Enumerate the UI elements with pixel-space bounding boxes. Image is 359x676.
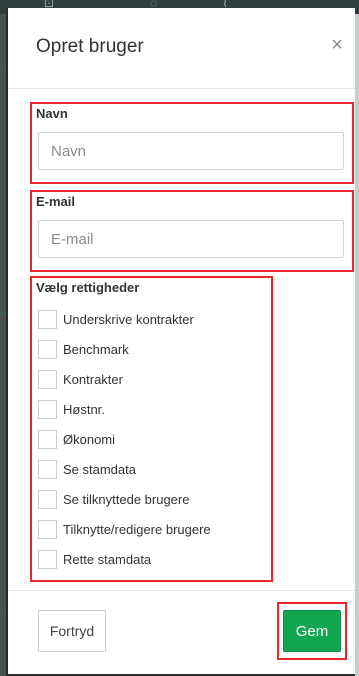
create-user-dialog: Opret bruger × Navn E-mail Vælg rettighe…	[6, 8, 355, 676]
permission-label: Rette stamdata	[63, 552, 152, 567]
footer-divider	[8, 590, 355, 591]
permission-checkbox[interactable]	[38, 340, 57, 359]
permission-label: Høstnr.	[63, 402, 105, 417]
background-overlay	[355, 14, 359, 676]
save-button-highlight: Gem	[277, 602, 347, 660]
permission-label: Underskrive kontrakter	[63, 312, 194, 327]
dialog-title: Opret bruger	[36, 36, 144, 57]
permission-label: Se stamdata	[63, 462, 136, 477]
permissions-label: Vælg rettigheder	[36, 280, 140, 295]
cancel-button[interactable]: Fortryd	[38, 610, 106, 652]
permission-label: Økonomi	[63, 432, 116, 447]
permission-checkbox[interactable]	[38, 490, 57, 509]
permission-checkbox[interactable]	[38, 370, 57, 389]
permission-checkbox[interactable]	[38, 430, 57, 449]
permissions-group: Vælg rettigheder Underskrive kontrakter …	[30, 276, 273, 582]
permission-checkbox[interactable]	[38, 550, 57, 569]
close-icon[interactable]: ×	[328, 34, 346, 56]
permission-label: Tilknytte/redigere brugere	[63, 522, 211, 537]
email-input[interactable]	[38, 220, 344, 258]
permission-label: Kontrakter	[63, 372, 123, 387]
permission-checkbox[interactable]	[38, 520, 57, 539]
name-input[interactable]	[38, 132, 344, 170]
email-label: E-mail	[36, 194, 76, 209]
name-label: Navn	[36, 106, 68, 121]
dialog-header: Opret bruger ×	[8, 8, 355, 89]
save-button[interactable]: Gem	[283, 610, 341, 652]
permission-checkbox[interactable]	[38, 310, 57, 329]
permission-checkbox[interactable]	[38, 400, 57, 419]
permission-checkbox[interactable]	[38, 460, 57, 479]
permission-label: Benchmark	[63, 342, 129, 357]
email-field-group: E-mail	[30, 190, 354, 272]
name-field-group: Navn	[30, 102, 354, 184]
permission-label: Se tilknyttede brugere	[63, 492, 190, 507]
